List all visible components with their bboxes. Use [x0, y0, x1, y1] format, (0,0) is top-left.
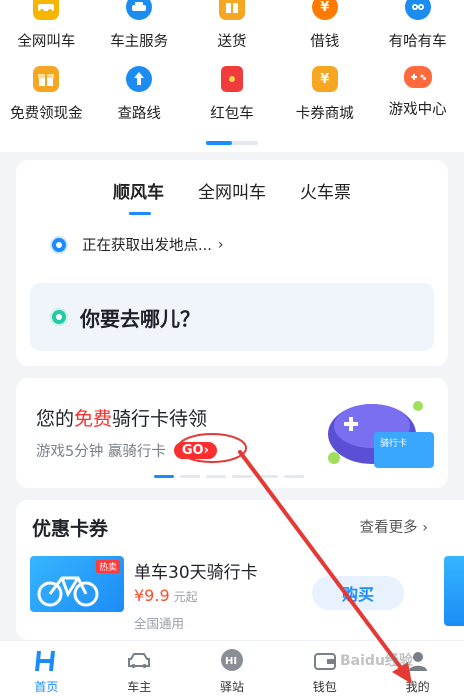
- nav-label: 驿站: [219, 680, 244, 694]
- service-label: 全网叫车: [17, 34, 76, 50]
- service-row-1: 全网叫车 车主服务 送货 ¥ 借钱 有哈有车: [0, 0, 464, 51]
- coupons-heading: 优惠卡券: [32, 518, 109, 540]
- promo-title-highlight: 免费: [74, 408, 113, 430]
- service-grid: 全网叫车 车主服务 送货 ¥ 借钱 有哈有车 免费领现金 查路线 红包车 ¥ 卡…: [0, 0, 464, 152]
- service-label: 送货: [217, 34, 247, 50]
- carousel-dot: [180, 475, 200, 478]
- tab-all-network-taxi[interactable]: 全网叫车: [198, 178, 266, 203]
- service-youha-car[interactable]: 有哈有车: [371, 0, 464, 51]
- tab-hitch-ride[interactable]: 顺风车: [113, 178, 164, 215]
- service-free-cash[interactable]: 免费领现金: [0, 66, 93, 123]
- service-borrow-money[interactable]: ¥ 借钱: [278, 0, 371, 51]
- price-value: ¥9.9: [134, 586, 170, 605]
- bike-card-thumbnail[interactable]: 热卖: [30, 556, 124, 612]
- baidu-watermark: Baidu经验: [340, 653, 413, 669]
- service-label: 红包车: [210, 106, 254, 122]
- tab-train-ticket[interactable]: 火车票: [300, 178, 351, 203]
- nav-driver[interactable]: 车主: [93, 641, 186, 696]
- carousel-dot: [206, 475, 226, 478]
- service-coupon-mall[interactable]: ¥ 卡券商城: [278, 66, 371, 123]
- service-label: 免费领现金: [10, 106, 83, 122]
- promo-title: 您的免费骑行卡待领: [36, 404, 207, 431]
- service-delivery[interactable]: 送货: [186, 0, 279, 51]
- see-more-link[interactable]: 查看更多 ›: [360, 516, 428, 537]
- service-label: 借钱: [310, 34, 340, 50]
- ride-tabs: 顺风车 全网叫车 火车票: [16, 178, 448, 215]
- red-envelope-icon: [220, 66, 243, 92]
- nav-label: 我的: [405, 680, 430, 694]
- carousel-dot: [258, 475, 278, 478]
- pickup-text: 正在获取出发地点...: [82, 238, 212, 254]
- grid-page-indicator: [206, 141, 258, 145]
- service-route-search[interactable]: 查路线: [93, 66, 186, 123]
- carousel-dot: [232, 475, 252, 478]
- service-label: 卡券商城: [295, 106, 354, 122]
- coupon-scope: 全国通用: [134, 616, 185, 631]
- coupon-name: 单车30天骑行卡: [134, 563, 258, 583]
- wallet-icon: [312, 648, 338, 674]
- destination-input[interactable]: 你要去哪儿？: [30, 283, 434, 351]
- destination-placeholder: 你要去哪儿？: [80, 306, 200, 331]
- service-game-center[interactable]: 游戏中心: [371, 66, 464, 123]
- package-icon: [218, 0, 245, 20]
- card-label: 骑行卡: [380, 437, 407, 449]
- gamepad-card-illustration: 骑行卡: [328, 401, 434, 468]
- next-coupon-peek[interactable]: [444, 556, 464, 626]
- go-label: GO: [181, 443, 204, 458]
- nav-station[interactable]: HI 驿站: [186, 641, 279, 696]
- service-label: 查路线: [117, 106, 161, 122]
- coupons-section: 优惠卡券 查看更多 › 热卖 单车30天骑行卡 ¥9.9 元起 全国通用 购买: [16, 500, 464, 640]
- coupon-price: ¥9.9 元起: [134, 586, 198, 605]
- gamepad-icon: [403, 66, 432, 88]
- promo-title-prefix: 您的: [36, 408, 75, 430]
- service-all-network-taxi[interactable]: 全网叫车: [0, 0, 93, 51]
- pickup-dot-icon: [52, 237, 66, 252]
- gift-icon: [33, 66, 60, 92]
- promo-banner[interactable]: 您的免费骑行卡待领 游戏5分钟 赢骑行卡 GO› 骑行卡: [16, 378, 448, 488]
- price-suffix: 元起: [173, 590, 198, 604]
- car-owner-icon: [126, 0, 153, 20]
- see-more-label: 查看更多: [359, 520, 418, 536]
- promo-carousel-dots: [154, 475, 304, 478]
- service-red-envelope-car[interactable]: 红包车: [186, 66, 279, 123]
- service-label: 车主服务: [110, 34, 169, 50]
- nav-label: 车主: [127, 680, 152, 694]
- ride-booking-card: 顺风车 全网叫车 火车票 正在获取出发地点... › 你要去哪儿？: [16, 160, 448, 366]
- pickup-location[interactable]: 正在获取出发地点... ›: [52, 234, 223, 255]
- route-icon: [126, 66, 153, 92]
- owl-icon: [404, 0, 431, 20]
- service-label: 有哈有车: [388, 34, 447, 50]
- promo-subtitle: 游戏5分钟 赢骑行卡 GO›: [36, 440, 217, 461]
- nav-label: 钱包: [312, 680, 337, 694]
- service-car-owner[interactable]: 车主服务: [93, 0, 186, 51]
- hello-logo-icon: [33, 648, 59, 674]
- service-label: 游戏中心: [388, 102, 447, 118]
- promo-subtitle-text: 游戏5分钟 赢骑行卡: [36, 444, 166, 460]
- yuan-coin-icon: ¥: [311, 0, 338, 20]
- hot-sale-tag: 热卖: [95, 560, 120, 573]
- chevron-right-icon: ›: [217, 236, 224, 253]
- ticket-icon: ¥: [311, 66, 338, 92]
- grid-page-indicator-active: [206, 141, 232, 145]
- destination-dot-icon: [52, 310, 66, 324]
- promo-title-suffix: 骑行卡待领: [112, 408, 208, 430]
- buy-button[interactable]: 购买: [312, 576, 404, 610]
- nav-label: 首页: [34, 680, 59, 694]
- hi-bubble-icon: HI: [219, 648, 245, 674]
- carousel-dot: [284, 475, 304, 478]
- go-button[interactable]: GO›: [173, 442, 217, 459]
- chevron-right-icon: ›: [422, 520, 428, 536]
- car-icon: [126, 648, 152, 674]
- carousel-dot: [154, 475, 174, 478]
- svg-text:HI: HI: [225, 656, 237, 667]
- car-icon: [33, 0, 60, 20]
- nav-home[interactable]: 首页: [0, 641, 93, 696]
- service-row-2: 免费领现金 查路线 红包车 ¥ 卡券商城 游戏中心: [0, 66, 464, 123]
